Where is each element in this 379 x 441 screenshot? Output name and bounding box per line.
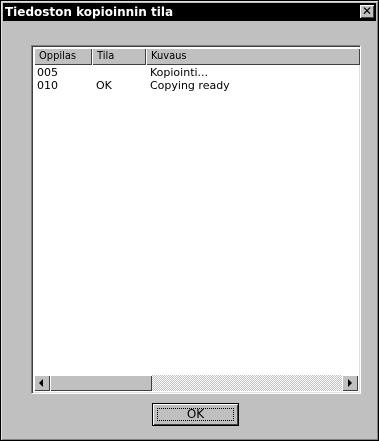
- window-title: Tiedoston kopioinnin tila: [5, 5, 174, 19]
- cell-tila: OK: [96, 79, 112, 92]
- arrow-right-icon: [348, 379, 352, 387]
- arrow-left-icon: [39, 379, 43, 387]
- cell-kuvaus: Copying ready: [150, 79, 230, 92]
- list-header: Oppilas Tila Kuvaus: [34, 48, 360, 65]
- cell-oppilas: 005: [37, 66, 58, 79]
- column-header-tila[interactable]: Tila: [92, 48, 146, 65]
- title-bar[interactable]: Tiedoston kopioinnin tila ✕: [3, 3, 376, 21]
- horizontal-scrollbar[interactable]: [34, 375, 358, 391]
- ok-button-label: OK: [186, 407, 205, 421]
- cell-oppilas: 010: [37, 79, 58, 92]
- close-icon[interactable]: ✕: [360, 5, 374, 18]
- dialog-window: Tiedoston kopioinnin tila ✕ Oppilas Tila…: [0, 0, 379, 441]
- scrollbar-thumb[interactable]: [50, 375, 152, 391]
- scroll-right-button[interactable]: [342, 375, 358, 391]
- column-header-oppilas[interactable]: Oppilas: [34, 48, 92, 65]
- list-item[interactable]: 005 Kopiointi...: [34, 66, 358, 79]
- list-item[interactable]: 010 OK Copying ready: [34, 79, 358, 92]
- status-list[interactable]: Oppilas Tila Kuvaus 005 Kopiointi... 010…: [31, 45, 361, 394]
- ok-button[interactable]: OK: [152, 403, 239, 426]
- list-rows: 005 Kopiointi... 010 OK Copying ready: [34, 66, 358, 92]
- column-header-kuvaus[interactable]: Kuvaus: [146, 48, 360, 65]
- cell-kuvaus: Kopiointi...: [150, 66, 209, 79]
- scroll-left-button[interactable]: [34, 375, 50, 391]
